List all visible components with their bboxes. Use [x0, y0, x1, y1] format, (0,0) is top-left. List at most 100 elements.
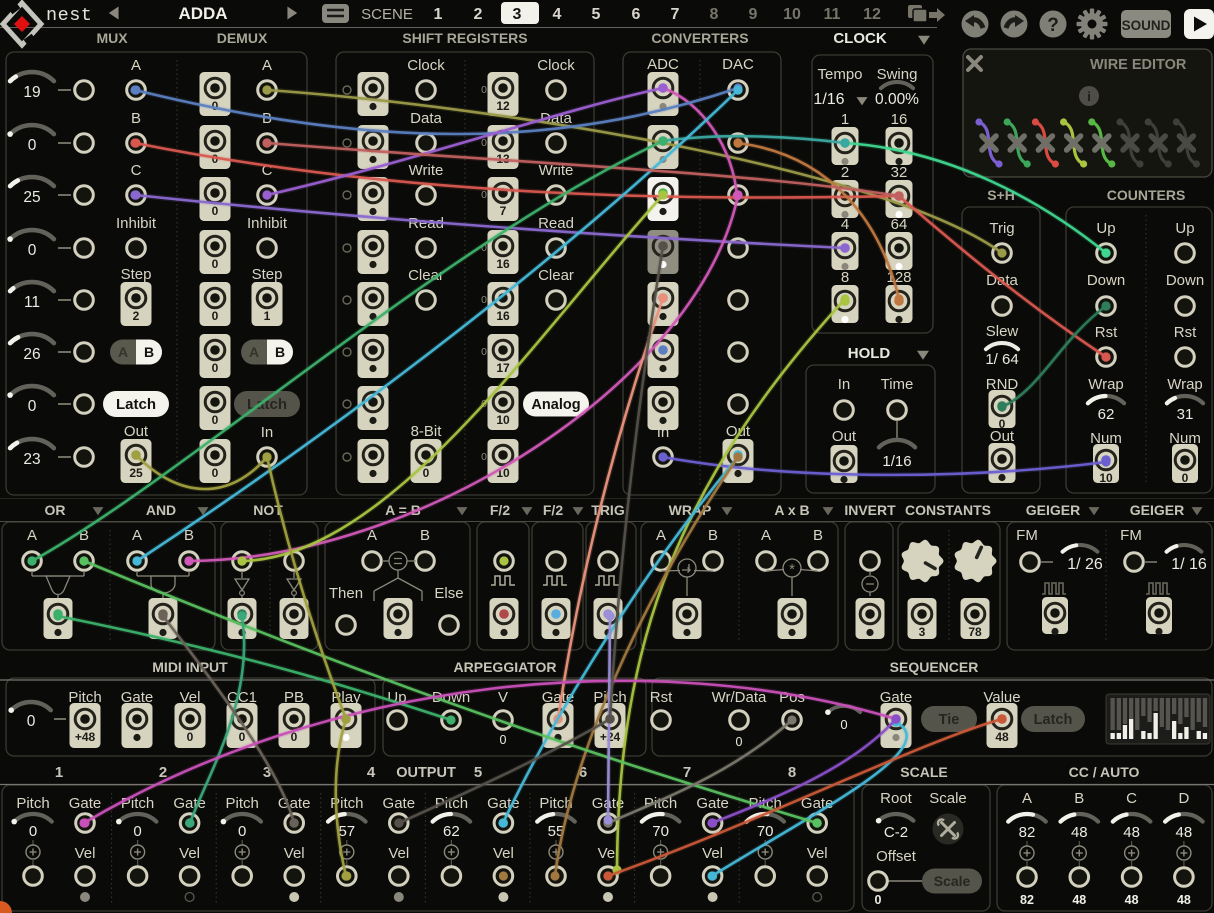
svg-text:8: 8 [841, 269, 849, 286]
svg-text:C: C [131, 162, 142, 179]
svg-text:FM: FM [1120, 527, 1142, 544]
svg-text:In: In [657, 424, 670, 441]
svg-text:Step: Step [252, 266, 283, 283]
svg-text:0: 0 [481, 84, 487, 96]
svg-text:D: D [1178, 790, 1189, 807]
svg-text:Pitch: Pitch [16, 795, 49, 812]
svg-text:1/ 16: 1/ 16 [1171, 556, 1207, 573]
svg-text:Vel: Vel [807, 845, 828, 862]
svg-text:C-2: C-2 [884, 824, 908, 841]
svg-text:MIDI INPUT: MIDI INPUT [152, 659, 228, 675]
svg-text:0: 0 [28, 242, 37, 259]
svg-text:0: 0 [212, 309, 219, 323]
svg-text:0: 0 [481, 294, 487, 306]
svg-text:Rst: Rst [1174, 324, 1197, 341]
svg-text:8: 8 [710, 6, 719, 23]
svg-text:Out: Out [832, 428, 857, 445]
svg-text:Vel: Vel [702, 845, 723, 862]
svg-text:F/2: F/2 [490, 502, 510, 518]
svg-text:0: 0 [212, 204, 219, 218]
svg-text:Else: Else [434, 585, 463, 602]
svg-text:Latch: Latch [1034, 712, 1073, 728]
svg-text:Slew: Slew [986, 323, 1019, 340]
svg-text:MUX: MUX [96, 30, 128, 46]
svg-text:Write: Write [409, 162, 444, 179]
svg-text:0: 0 [212, 413, 219, 427]
svg-text:nest: nest [46, 5, 92, 26]
svg-text:F/2: F/2 [543, 502, 563, 518]
svg-text:Inhibit: Inhibit [247, 215, 288, 232]
svg-text:0: 0 [187, 730, 194, 744]
svg-text:AND: AND [146, 502, 176, 518]
svg-text:Step: Step [121, 266, 152, 283]
svg-text:2: 2 [133, 309, 140, 323]
svg-text:i: i [1087, 89, 1091, 104]
svg-text:ADC: ADC [647, 56, 679, 73]
svg-text:A: A [132, 527, 142, 544]
svg-text:5: 5 [474, 764, 482, 781]
svg-text:0: 0 [238, 823, 246, 840]
svg-text:1/ 26: 1/ 26 [1067, 556, 1103, 573]
svg-text:A: A [262, 57, 272, 74]
svg-text:82: 82 [1020, 893, 1034, 907]
svg-text:8-Bit: 8-Bit [411, 423, 443, 440]
svg-text:1/ 64: 1/ 64 [985, 351, 1018, 368]
svg-text:CONVERTERS: CONVERTERS [651, 30, 748, 46]
svg-text:Vel: Vel [179, 845, 200, 862]
svg-text:Gate: Gate [383, 795, 416, 812]
svg-text:0: 0 [133, 823, 141, 840]
svg-text:0: 0 [481, 346, 487, 358]
svg-text:OUTPUT: OUTPUT [396, 765, 456, 781]
svg-text:0: 0 [481, 451, 487, 463]
svg-text:Latch: Latch [116, 396, 156, 413]
svg-text:Inhibit: Inhibit [116, 215, 157, 232]
svg-text:0: 0 [840, 717, 847, 732]
svg-text:A: A [761, 527, 771, 544]
svg-text:SEQUENCER: SEQUENCER [890, 659, 979, 675]
svg-text:1: 1 [55, 764, 63, 781]
svg-text:B: B [1074, 790, 1084, 807]
svg-text:Vel: Vel [388, 845, 409, 862]
svg-text:0: 0 [875, 893, 882, 907]
svg-text:GEIGER: GEIGER [1130, 502, 1184, 518]
svg-text:0: 0 [736, 735, 743, 749]
svg-text:SCALE: SCALE [900, 764, 947, 780]
svg-text:Up: Up [1096, 220, 1115, 237]
svg-text:8: 8 [788, 764, 796, 781]
svg-text:SHIFT REGISTERS: SHIFT REGISTERS [402, 30, 527, 46]
svg-text:In: In [261, 424, 274, 441]
svg-text:12: 12 [496, 99, 510, 113]
svg-text:?: ? [1047, 15, 1059, 36]
svg-text:Vel: Vel [493, 845, 514, 862]
svg-text:B: B [131, 110, 141, 127]
svg-text:19: 19 [23, 84, 40, 101]
svg-text:V: V [498, 689, 508, 706]
svg-text:Rst: Rst [650, 689, 673, 706]
svg-text:7: 7 [500, 204, 507, 218]
svg-text:6: 6 [632, 6, 641, 23]
svg-text:A: A [27, 527, 37, 544]
svg-text:Data: Data [410, 110, 442, 127]
svg-text:B: B [708, 527, 718, 544]
svg-text:12: 12 [863, 6, 881, 23]
svg-text:11: 11 [824, 6, 841, 23]
svg-text:Out: Out [124, 423, 149, 440]
svg-text:0.00%: 0.00% [875, 91, 919, 108]
svg-text:C: C [1126, 790, 1137, 807]
svg-text:48: 48 [1125, 893, 1139, 907]
svg-text:Trig: Trig [989, 220, 1014, 237]
svg-text:5: 5 [592, 6, 601, 23]
svg-text:Then: Then [329, 585, 363, 602]
svg-text:Up: Up [1175, 220, 1194, 237]
svg-text:23: 23 [23, 451, 40, 468]
svg-text:48: 48 [1123, 824, 1140, 841]
svg-text:0: 0 [29, 823, 37, 840]
svg-text:48: 48 [1176, 824, 1193, 841]
svg-text:17: 17 [496, 361, 510, 375]
svg-text:1/16: 1/16 [882, 453, 911, 470]
svg-text:Clock: Clock [407, 57, 445, 74]
svg-text:2: 2 [474, 6, 483, 23]
svg-text:16: 16 [891, 111, 908, 128]
svg-text:Wrap: Wrap [1088, 376, 1124, 393]
svg-text:A: A [118, 344, 128, 360]
